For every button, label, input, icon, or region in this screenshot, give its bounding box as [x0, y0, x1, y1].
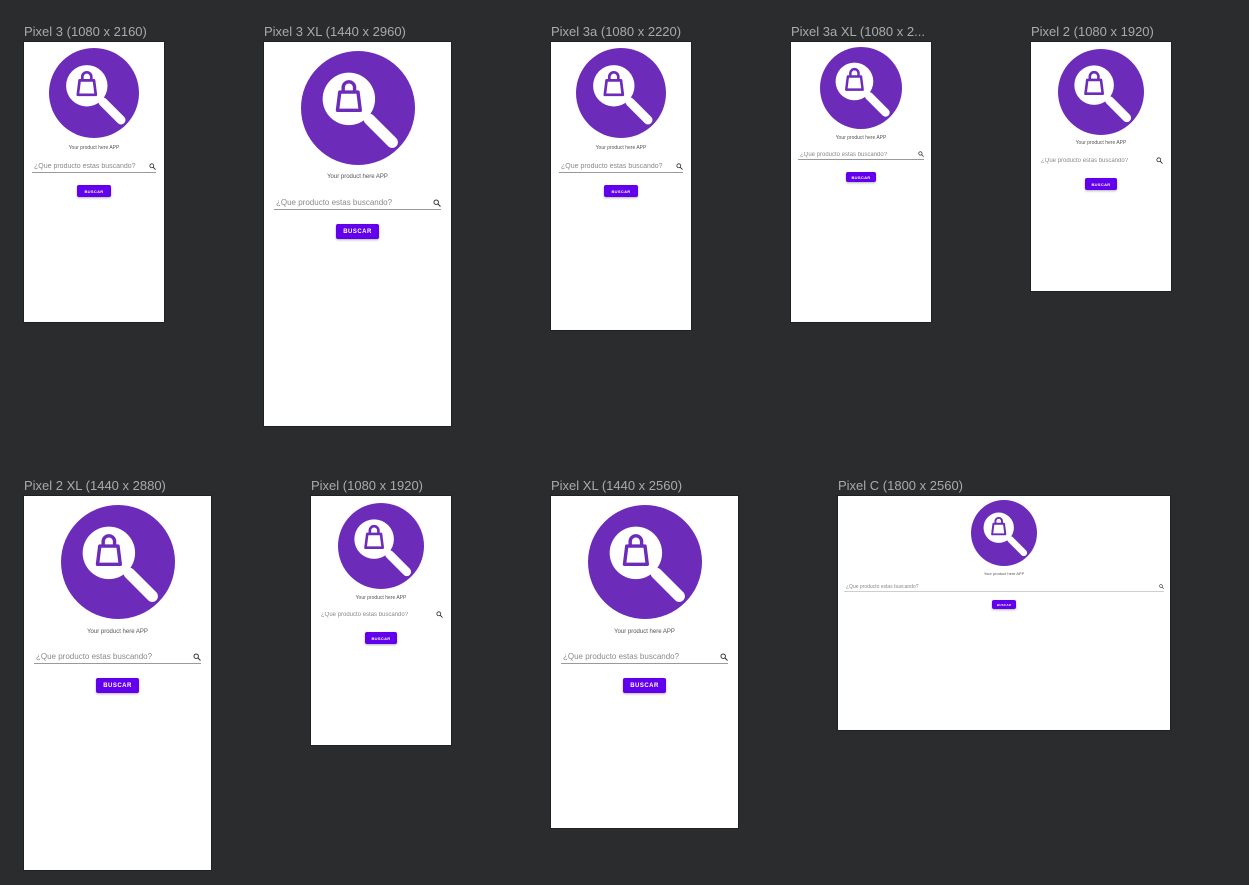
- app-title: Your product here APP: [983, 571, 1025, 576]
- search-icon[interactable]: [720, 653, 728, 661]
- search-icon[interactable]: [193, 653, 201, 661]
- search-input[interactable]: [561, 649, 710, 663]
- shopping-bag-magnifier-icon: [576, 48, 666, 138]
- search-icon[interactable]: [676, 163, 683, 170]
- device-screen: Your product here APP BUSCAR: [791, 42, 931, 322]
- search-field: [844, 583, 1164, 592]
- shopping-bag-magnifier-icon: [588, 505, 702, 619]
- device-screen: Your product here APP BUSCAR: [311, 496, 451, 745]
- device-label: Pixel 2 (1080 x 1920): [1031, 24, 1154, 39]
- shopping-bag-magnifier-icon: [301, 51, 415, 165]
- search-input[interactable]: [1039, 156, 1145, 166]
- search-icon[interactable]: [433, 199, 441, 207]
- search-field: [1039, 156, 1163, 167]
- shopping-bag-magnifier-icon: [338, 503, 424, 589]
- search-input[interactable]: [274, 195, 423, 209]
- search-icon[interactable]: [436, 611, 443, 618]
- search-field: [561, 649, 728, 664]
- search-field: [32, 161, 156, 173]
- device-label: Pixel 3 (1080 x 2160): [24, 24, 147, 39]
- shopping-bag-magnifier-icon: [1058, 49, 1144, 135]
- app-title: Your product here APP: [835, 135, 887, 141]
- buscar-button[interactable]: BUSCAR: [623, 678, 666, 693]
- app-title: Your product here APP: [68, 145, 120, 151]
- search-input[interactable]: [32, 161, 138, 172]
- buscar-button[interactable]: BUSCAR: [604, 185, 638, 197]
- buscar-button[interactable]: BUSCAR: [365, 632, 397, 644]
- search-field: [319, 610, 443, 621]
- search-input[interactable]: [319, 610, 425, 620]
- search-input[interactable]: [559, 161, 665, 172]
- device-screen: Your product here APP BUSCAR: [24, 496, 211, 870]
- search-field: [798, 150, 924, 160]
- app-title: Your product here APP: [1075, 140, 1127, 146]
- device-screen: Your product here APP BUSCAR: [551, 496, 738, 828]
- device-label: Pixel XL (1440 x 2560): [551, 478, 683, 493]
- app-title: Your product here APP: [327, 174, 388, 180]
- buscar-button[interactable]: BUSCAR: [1085, 178, 1117, 190]
- search-input[interactable]: [34, 649, 183, 663]
- device-screen: Your product here APP BUSCAR: [24, 42, 164, 322]
- shopping-bag-magnifier-icon: [49, 48, 139, 138]
- buscar-button[interactable]: BUSCAR: [96, 678, 139, 693]
- search-input[interactable]: [844, 583, 1146, 591]
- device-label: Pixel 3 XL (1440 x 2960): [264, 24, 406, 39]
- app-title: Your product here APP: [614, 629, 675, 635]
- search-field: [34, 649, 201, 664]
- search-icon[interactable]: [1159, 584, 1164, 589]
- buscar-button[interactable]: BUSCAR: [846, 172, 876, 182]
- device-screen: Your product here APP BUSCAR: [264, 42, 451, 426]
- shopping-bag-magnifier-icon: [61, 505, 175, 619]
- device-screen: Your product here APP BUSCAR: [838, 496, 1170, 730]
- search-input[interactable]: [798, 150, 906, 159]
- search-icon[interactable]: [1156, 157, 1163, 164]
- search-icon[interactable]: [918, 151, 924, 157]
- app-title: Your product here APP: [595, 145, 647, 151]
- app-title: Your product here APP: [87, 629, 148, 635]
- search-field: [559, 161, 683, 173]
- search-field: [274, 195, 441, 210]
- shopping-bag-magnifier-icon: [971, 500, 1037, 566]
- shopping-bag-magnifier-icon: [820, 47, 902, 129]
- app-title: Your product here APP: [355, 595, 407, 601]
- device-label: Pixel 3a (1080 x 2220): [551, 24, 682, 39]
- search-icon[interactable]: [149, 163, 156, 170]
- device-screen: Your product here APP BUSCAR: [1031, 42, 1171, 291]
- buscar-button[interactable]: BUSCAR: [992, 600, 1016, 609]
- device-screen: Your product here APP BUSCAR: [551, 42, 691, 330]
- device-label: Pixel 2 XL (1440 x 2880): [24, 478, 166, 493]
- device-label: Pixel 3a XL (1080 x 2...: [791, 24, 925, 39]
- buscar-button[interactable]: BUSCAR: [336, 224, 379, 239]
- buscar-button[interactable]: BUSCAR: [77, 185, 111, 197]
- device-label: Pixel C (1800 x 2560): [838, 478, 964, 493]
- device-label: Pixel (1080 x 1920): [311, 478, 424, 493]
